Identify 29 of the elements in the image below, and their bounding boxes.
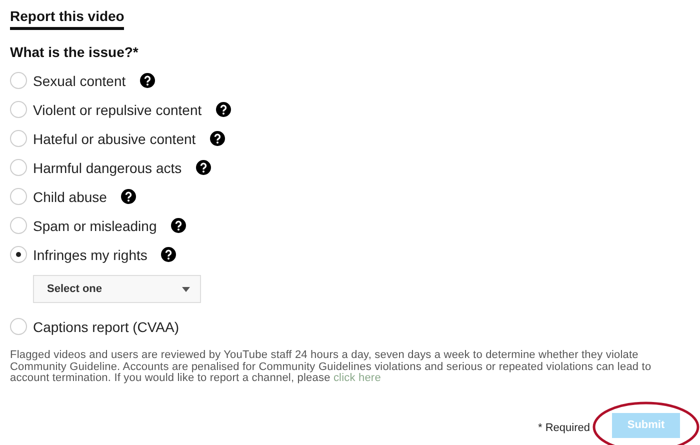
select-dropdown[interactable]: Select one: [33, 275, 201, 303]
radio-button[interactable]: [10, 101, 27, 118]
radio-button[interactable]: [10, 318, 27, 335]
help-icon[interactable]: [161, 247, 176, 262]
radio-button[interactable]: [10, 72, 27, 89]
radio-button[interactable]: [10, 159, 27, 176]
radio-button[interactable]: [10, 188, 27, 205]
help-icon[interactable]: [216, 102, 231, 117]
help-icon[interactable]: [170, 218, 186, 233]
option-label[interactable]: Hateful or abusive content: [33, 130, 196, 146]
help-icon[interactable]: [196, 160, 211, 175]
page-title: Report this video: [10, 8, 124, 30]
option-label[interactable]: Harmful dangerous acts: [33, 160, 182, 176]
help-icon[interactable]: [140, 73, 155, 88]
option-label[interactable]: Captions report (CVAA): [33, 318, 180, 334]
question-heading: What is the issue?*: [10, 44, 140, 60]
radio-button[interactable]: [10, 217, 27, 234]
option-label[interactable]: Spam or misleading: [33, 218, 157, 234]
caret-icon: [182, 286, 190, 292]
notice-text: Flagged videos and users are reviewed by YouTube staff 24 hours a day, seven days a week to determine whether they violate Community Guideline. Accounts are penalised for Community Guidelines violations and serious or repeated violations can lead to account termination. If you would like to report a channel, please click here: [10, 350, 652, 384]
option-label[interactable]: Sexual content: [33, 72, 126, 88]
option-label[interactable]: Child abuse: [33, 188, 107, 204]
radio-button[interactable]: [10, 246, 27, 263]
radio-button[interactable]: [10, 130, 27, 147]
option-label[interactable]: Infringes my rights: [33, 246, 148, 262]
option-label[interactable]: Violent or repulsive content: [33, 102, 202, 118]
help-icon[interactable]: [120, 189, 136, 204]
help-icon[interactable]: [210, 131, 225, 146]
required-note: * Required: [538, 422, 590, 434]
